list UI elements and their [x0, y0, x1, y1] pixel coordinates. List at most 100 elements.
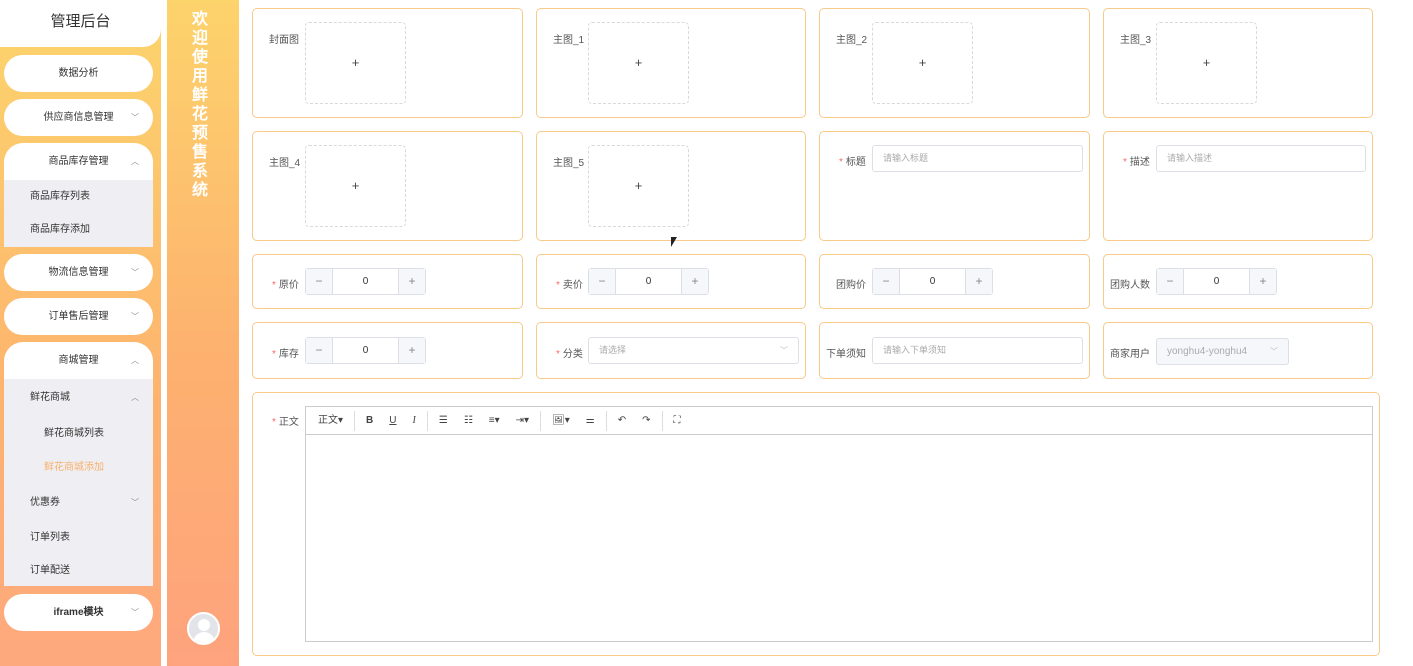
divider-line-icon[interactable]: ⚌ [578, 411, 603, 431]
original-price-stepper[interactable]: − 0 + [305, 268, 426, 295]
numbered-list-icon[interactable]: ☷ [456, 411, 481, 431]
toolbar-divider [354, 410, 356, 431]
cover-image-card: 封面图 + [252, 8, 523, 118]
group-count-stepper[interactable]: − 0 + [1156, 268, 1277, 295]
sidebar-subitem-flower-add[interactable]: 鲜花商城添加 [4, 451, 153, 485]
image-icon[interactable]: 🖼▾ [544, 411, 578, 431]
stock-stepper[interactable]: − 0 + [305, 337, 426, 364]
sale-price-label: * 卖价 [556, 280, 583, 291]
align-icon[interactable]: ≡▾ [481, 411, 508, 431]
redo-icon[interactable]: ↷ [634, 411, 658, 431]
sidebar-subitem-stock-list[interactable]: 商品库存列表 [4, 180, 153, 213]
italic-icon[interactable]: I [405, 411, 424, 431]
main-image-3-upload[interactable]: + [1156, 22, 1257, 104]
merchant-select[interactable]: yonghu4-yonghu4 ﹀ [1156, 338, 1289, 365]
bullet-list-icon[interactable]: ☰ [431, 411, 456, 431]
main-image-5-upload[interactable]: + [588, 145, 689, 227]
avatar-head-shape [198, 619, 210, 631]
main-image-4-label: 主图_4 [269, 158, 301, 169]
editor-content-area[interactable] [306, 435, 1372, 641]
sidebar-item-logistics[interactable]: 物流信息管理 ﹀ [4, 254, 153, 291]
sidebar-item-label: 商品库存管理 [48, 156, 109, 167]
plus-icon: + [634, 55, 643, 70]
chevron-down-icon: ﹀ [131, 498, 139, 507]
cover-image-upload[interactable]: + [305, 22, 406, 104]
sidebar-subitem-order-list[interactable]: 订单列表 [4, 521, 153, 554]
chevron-down-icon: ﹀ [131, 268, 139, 277]
category-label: * 分类 [556, 349, 583, 360]
underline-icon[interactable]: U [381, 411, 404, 431]
welcome-text: 欢迎使用鲜花预售系统 [191, 11, 208, 199]
sidebar-item-label: 商城管理 [58, 355, 99, 366]
sale-price-stepper[interactable]: − 0 + [588, 268, 709, 295]
chevron-down-icon: ﹀ [131, 312, 139, 321]
toolbar-divider [426, 410, 428, 431]
main-image-1-card: 主图_1 + [536, 8, 806, 118]
fullscreen-icon[interactable]: ⛶ [666, 411, 689, 431]
stepper-value[interactable]: 0 [1184, 269, 1249, 294]
description-input[interactable]: 请输入描述 [1156, 145, 1366, 172]
sidebar-item-aftersale[interactable]: 订单售后管理 ﹀ [4, 298, 153, 335]
sidebar-subitem-flower-mall[interactable]: 鲜花商城 ︿ [4, 379, 153, 417]
sidebar-subitem-coupon[interactable]: 优惠券 ﹀ [4, 485, 153, 521]
main-image-4-upload[interactable]: + [305, 145, 406, 227]
minus-icon[interactable]: − [873, 269, 900, 294]
sidebar-subitem-flower-list[interactable]: 鲜花商城列表 [4, 417, 153, 451]
indent-icon[interactable]: ⇥▾ [508, 411, 537, 431]
merchant-value: yonghu4-yonghu4 [1167, 346, 1248, 357]
chevron-down-icon: ﹀ [131, 113, 139, 122]
sidebar-item-label: 订单售后管理 [48, 311, 109, 322]
minus-icon[interactable]: − [306, 338, 333, 363]
main-image-2-upload[interactable]: + [872, 22, 973, 104]
avatar[interactable] [187, 612, 220, 645]
main-image-5-card: 主图_5 + [536, 131, 806, 241]
sidebar-item-iframe[interactable]: iframe模块 ﹀ [4, 594, 153, 631]
group-count-label: 团购人数 [1110, 280, 1150, 291]
minus-icon[interactable]: − [1157, 269, 1184, 294]
undo-icon[interactable]: ↶ [610, 411, 634, 431]
description-card: * 描述 请输入描述 [1103, 131, 1373, 241]
cover-image-label: 封面图 [269, 35, 299, 46]
plus-icon[interactable]: + [398, 269, 425, 294]
toolbar-divider [661, 410, 663, 431]
original-price-label: * 原价 [272, 280, 299, 291]
stepper-value[interactable]: 0 [333, 269, 398, 294]
sidebar-item-label: 数据分析 [58, 68, 99, 79]
plus-icon[interactable]: + [681, 269, 708, 294]
main-image-2-card: 主图_2 + [819, 8, 1090, 118]
plus-icon[interactable]: + [1249, 269, 1276, 294]
mouse-cursor-icon [671, 237, 677, 247]
sidebar-item-data-analysis[interactable]: 数据分析 [4, 55, 153, 92]
title-input[interactable]: 请输入标题 [872, 145, 1083, 172]
category-select[interactable]: 请选择 ﹀ [588, 337, 799, 364]
bold-icon[interactable]: B [358, 411, 381, 431]
group-price-stepper[interactable]: − 0 + [872, 268, 993, 295]
stepper-value[interactable]: 0 [616, 269, 681, 294]
sidebar-subitem-stock-add[interactable]: 商品库存添加 [4, 213, 153, 246]
main-image-5-label: 主图_5 [553, 158, 585, 169]
heading-dropdown[interactable]: 正文▾ [310, 411, 351, 431]
category-placeholder: 请选择 [599, 345, 627, 355]
stepper-value[interactable]: 0 [333, 338, 398, 363]
minus-icon[interactable]: − [306, 269, 333, 294]
rich-text-editor: 正文▾ B U I ☰ ☷ ≡▾ ⇥▾ 🖼▾ ⚌ ↶ ↷ ⛶ [305, 406, 1373, 642]
plus-icon[interactable]: + [398, 338, 425, 363]
avatar-body-shape [193, 632, 215, 643]
minus-icon[interactable]: − [589, 269, 616, 294]
main-image-4-card: 主图_4 + [252, 131, 523, 241]
plus-icon: + [351, 178, 360, 193]
main-image-1-upload[interactable]: + [588, 22, 689, 104]
sidebar-item-supplier[interactable]: 供应商信息管理 ﹀ [4, 99, 153, 136]
stepper-value[interactable]: 0 [900, 269, 965, 294]
plus-icon: + [918, 55, 927, 70]
sidebar-subitem-order-delivery[interactable]: 订单配送 [4, 554, 153, 586]
plus-icon: + [634, 178, 643, 193]
sidebar-item-mall[interactable]: 商城管理 ︿ [4, 342, 153, 379]
order-notice-input[interactable]: 请输入下单须知 [872, 337, 1083, 364]
sidebar: 管理后台 数据分析 供应商信息管理 ﹀ 商品库存管理 ︿ 商品库存列表 商品库存… [0, 0, 161, 666]
plus-icon[interactable]: + [965, 269, 992, 294]
toolbar-divider [605, 410, 607, 431]
order-notice-label: 下单须知 [826, 349, 866, 360]
sidebar-item-stock[interactable]: 商品库存管理 ︿ [4, 143, 153, 180]
sidebar-group-stock: 商品库存管理 ︿ 商品库存列表 商品库存添加 [4, 143, 153, 247]
